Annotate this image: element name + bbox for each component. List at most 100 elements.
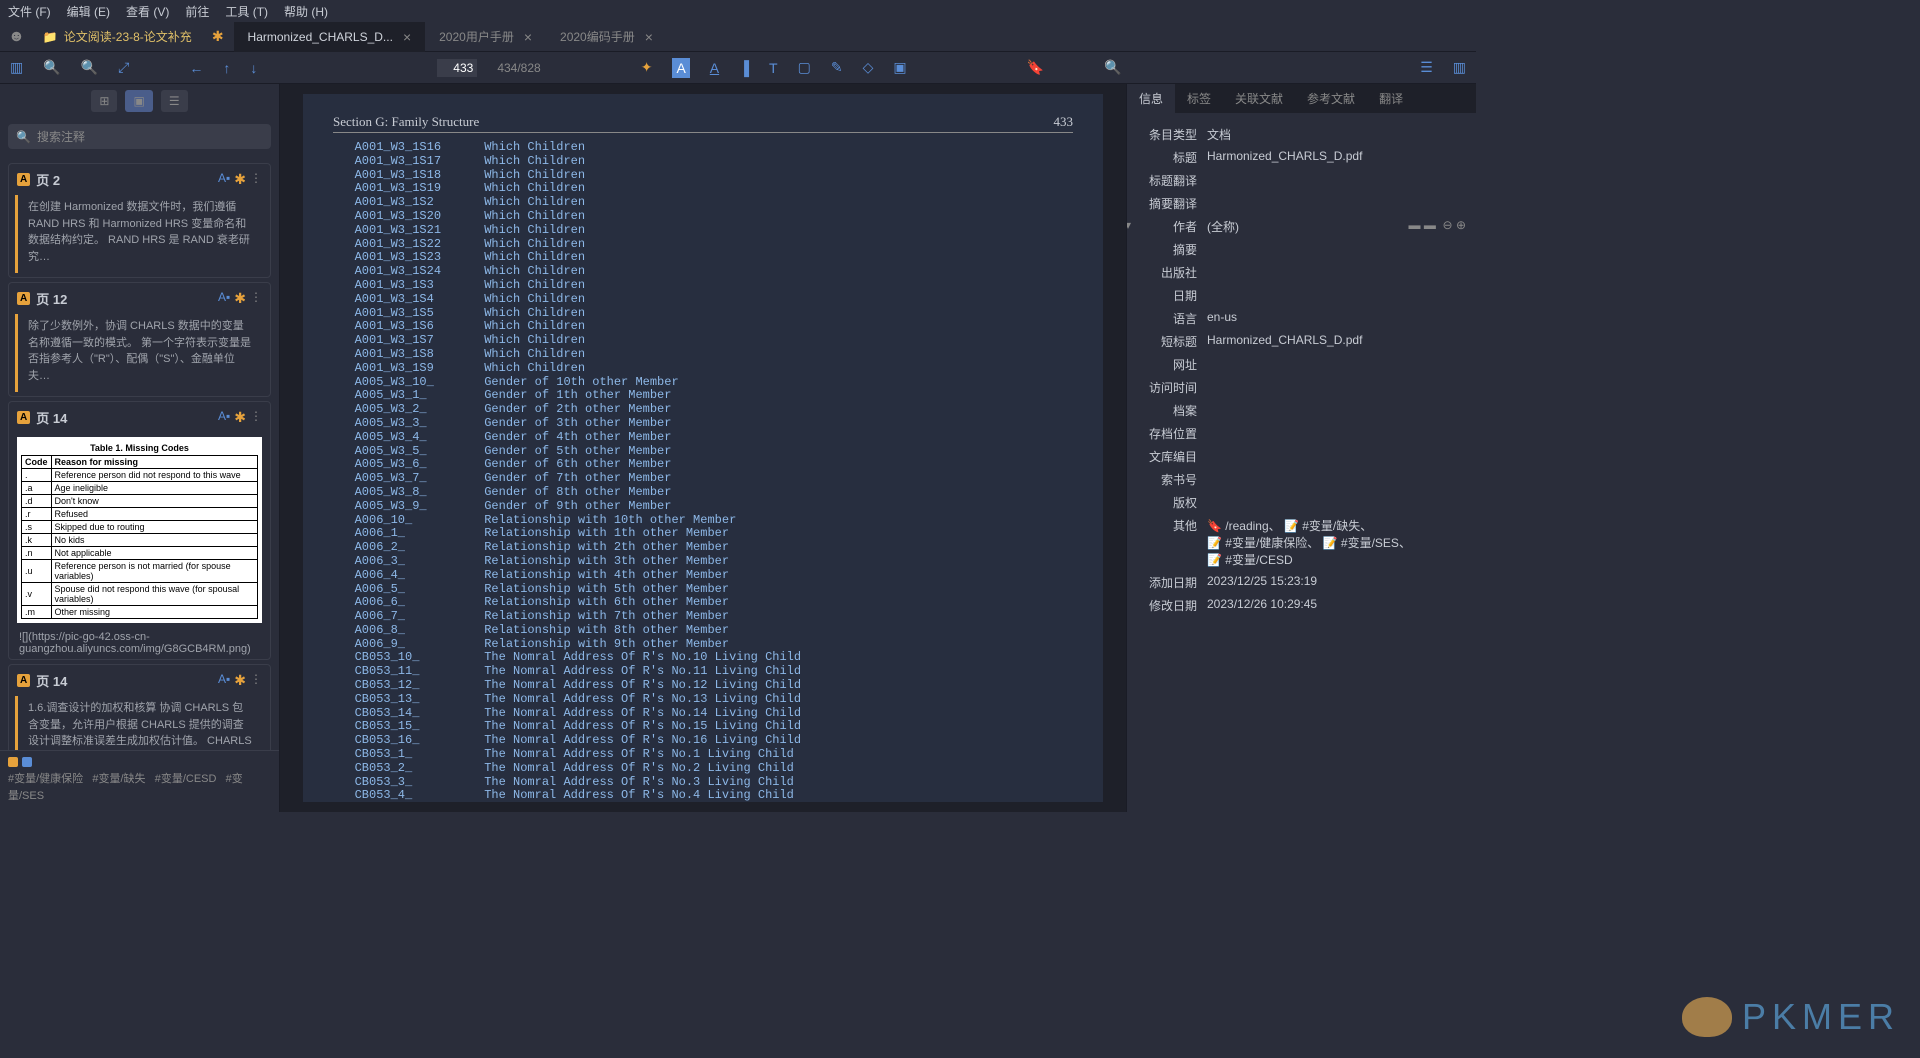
more-icon[interactable]: ⋮	[250, 409, 262, 426]
outline-icon[interactable]: ☰	[161, 90, 188, 112]
bookmark-icon[interactable]: 🔖	[1027, 59, 1044, 76]
text-icon[interactable]: T	[769, 60, 778, 76]
tag[interactable]: 📝 #变量/SES	[1323, 534, 1399, 551]
meta-tab[interactable]: 信息	[1127, 84, 1175, 113]
color-icon[interactable]: A▪	[218, 672, 230, 689]
folder-crumb[interactable]: 📁 论文阅读-23-8-论文补充	[33, 28, 202, 45]
color-icon[interactable]: A▪	[218, 171, 230, 188]
underline-icon[interactable]: A	[710, 60, 719, 76]
panel-icon[interactable]: ▥	[1453, 59, 1466, 76]
meta-tab[interactable]: 标签	[1175, 84, 1223, 113]
meta-row: 语言en-us	[1137, 307, 1466, 330]
pen-icon[interactable]: ✎	[831, 59, 843, 76]
back-icon[interactable]: ←	[189, 60, 203, 76]
search-icon: 🔍	[16, 130, 31, 144]
stack-icon[interactable]: ▣	[893, 59, 906, 76]
left-sidebar: ⊞ ▣ ☰ 🔍 搜索注释 A页 2A▪✱⋮ 在创建 Harmonized 数据文…	[0, 84, 280, 812]
search-icon[interactable]: 🔍	[1104, 59, 1121, 76]
up-icon[interactable]: ↑	[223, 60, 230, 76]
tag[interactable]: #变量/缺失	[92, 773, 145, 785]
meta-value[interactable]	[1207, 264, 1466, 281]
search-annotations[interactable]: 🔍 搜索注释	[8, 124, 271, 149]
hex-icon[interactable]: ✱	[234, 290, 246, 307]
meta-value[interactable]: 🔖 /reading、 📝 #变量/缺失、 📝 #变量/健康保险、 📝 #变量/…	[1207, 517, 1466, 568]
magic-icon[interactable]: ✦	[641, 59, 653, 76]
meta-value[interactable]: en-us	[1207, 310, 1466, 327]
note-icon[interactable]: ▐	[739, 60, 749, 76]
meta-value[interactable]	[1207, 425, 1466, 442]
meta-value[interactable]	[1207, 241, 1466, 258]
fit-icon[interactable]: ⤢	[118, 59, 129, 76]
code-line: CB053_3_ The Nomral Address Of R's No.3 …	[333, 776, 1073, 790]
tag[interactable]: 📝 #变量/CESD	[1207, 551, 1293, 568]
close-icon[interactable]: ×	[645, 29, 653, 45]
zoom-out-icon[interactable]: 🔍	[43, 59, 60, 76]
color-dot[interactable]	[22, 757, 32, 767]
list-icon[interactable]: ☰	[1420, 59, 1433, 76]
menu-item[interactable]: 前往	[185, 3, 209, 20]
close-icon[interactable]: ×	[403, 29, 411, 45]
meta-value[interactable]: 2023/12/25 15:23:19	[1207, 574, 1466, 591]
code-line: CB053_10_ The Nomral Address Of R's No.1…	[333, 651, 1073, 665]
meta-tab[interactable]: 关联文献	[1223, 84, 1295, 113]
annotation-item[interactable]: A页 14A▪✱⋮ 1.6.调查设计的加权和核算 协调 CHARLS 包含变量，…	[8, 664, 271, 750]
folder-icon: 📁	[43, 30, 58, 44]
color-icon[interactable]: A▪	[218, 290, 230, 307]
down-icon[interactable]: ↓	[250, 60, 257, 76]
tag[interactable]: 📝 #变量/缺失	[1284, 517, 1360, 534]
annotations-icon[interactable]: ▣	[125, 90, 152, 112]
more-icon[interactable]: ⋮	[250, 672, 262, 689]
meta-tab[interactable]: 参考文献	[1295, 84, 1367, 113]
sidebar-toggle-icon[interactable]: ▥	[10, 59, 23, 76]
more-icon[interactable]: ⋮	[250, 171, 262, 188]
menu-item[interactable]: 查看 (V)	[126, 3, 169, 20]
tag[interactable]: 📝 #变量/健康保险	[1207, 534, 1307, 551]
menu-item[interactable]: 帮助 (H)	[284, 3, 328, 20]
color-icon[interactable]: A▪	[218, 409, 230, 426]
meta-value[interactable]	[1207, 402, 1466, 419]
menu-item[interactable]: 编辑 (E)	[67, 3, 110, 20]
close-icon[interactable]: ×	[524, 29, 532, 45]
meta-value[interactable]: (全称)▬ ▬ ⊖ ⊕	[1207, 218, 1466, 235]
code-line: A006_6_ Relationship with 6th other Memb…	[333, 596, 1073, 610]
meta-tab[interactable]: 翻译	[1367, 84, 1415, 113]
meta-value[interactable]	[1207, 379, 1466, 396]
document-tab[interactable]: Harmonized_CHARLS_D...×	[234, 22, 426, 52]
page-input[interactable]	[437, 59, 477, 77]
box-icon[interactable]: ▢	[798, 59, 811, 76]
menu-item[interactable]: 文件 (F)	[8, 3, 51, 20]
more-icon[interactable]: ⋮	[250, 290, 262, 307]
color-dot[interactable]	[8, 757, 18, 767]
document-tab[interactable]: 2020编码手册×	[546, 22, 667, 52]
menu-item[interactable]: 工具 (T)	[225, 3, 268, 20]
eraser-icon[interactable]: ◇	[863, 59, 874, 76]
meta-value[interactable]	[1207, 287, 1466, 304]
meta-value[interactable]: Harmonized_CHARLS_D.pdf	[1207, 333, 1466, 350]
meta-value[interactable]: 文档	[1207, 126, 1466, 143]
zoom-in-icon[interactable]: 🔍	[81, 59, 98, 76]
meta-value[interactable]	[1207, 448, 1466, 465]
hex-icon[interactable]: ✱	[234, 171, 246, 188]
highlight-icon[interactable]: A	[672, 58, 689, 78]
annotation-item[interactable]: A页 2A▪✱⋮ 在创建 Harmonized 数据文件时，我们遵循 RAND …	[8, 163, 271, 278]
meta-value[interactable]	[1207, 172, 1466, 189]
annotation-item[interactable]: A页 12A▪✱⋮ 除了少数例外，协调 CHARLS 数据中的变量名称遵循一致的…	[8, 282, 271, 397]
meta-value[interactable]	[1207, 471, 1466, 488]
tag[interactable]: 🔖 /reading	[1207, 519, 1269, 533]
tag[interactable]: #变量/CESD	[155, 773, 217, 785]
meta-value[interactable]	[1207, 356, 1466, 373]
code-line: A005_W3_7_ Gender of 7th other Member	[333, 472, 1073, 486]
hex-icon[interactable]: ✱	[234, 409, 246, 426]
hex-icon[interactable]: ✱	[234, 672, 246, 689]
meta-value[interactable]: 2023/12/26 10:29:45	[1207, 597, 1466, 614]
meta-value[interactable]	[1207, 195, 1466, 212]
thumbnails-icon[interactable]: ⊞	[91, 90, 117, 112]
meta-value[interactable]	[1207, 494, 1466, 511]
tag[interactable]: #变量/健康保险	[8, 773, 83, 785]
chevron-down-icon[interactable]: ▾	[1127, 218, 1131, 232]
meta-value[interactable]: Harmonized_CHARLS_D.pdf	[1207, 149, 1466, 166]
annotation-item[interactable]: A页 14A▪✱⋮ Table 1. Missing CodesCodeReas…	[8, 401, 271, 660]
document-tab[interactable]: 2020用户手册×	[425, 22, 546, 52]
hex-icon[interactable]: ✱	[212, 28, 224, 45]
code-line: A001_W3_1S24 Which Children	[333, 265, 1073, 279]
